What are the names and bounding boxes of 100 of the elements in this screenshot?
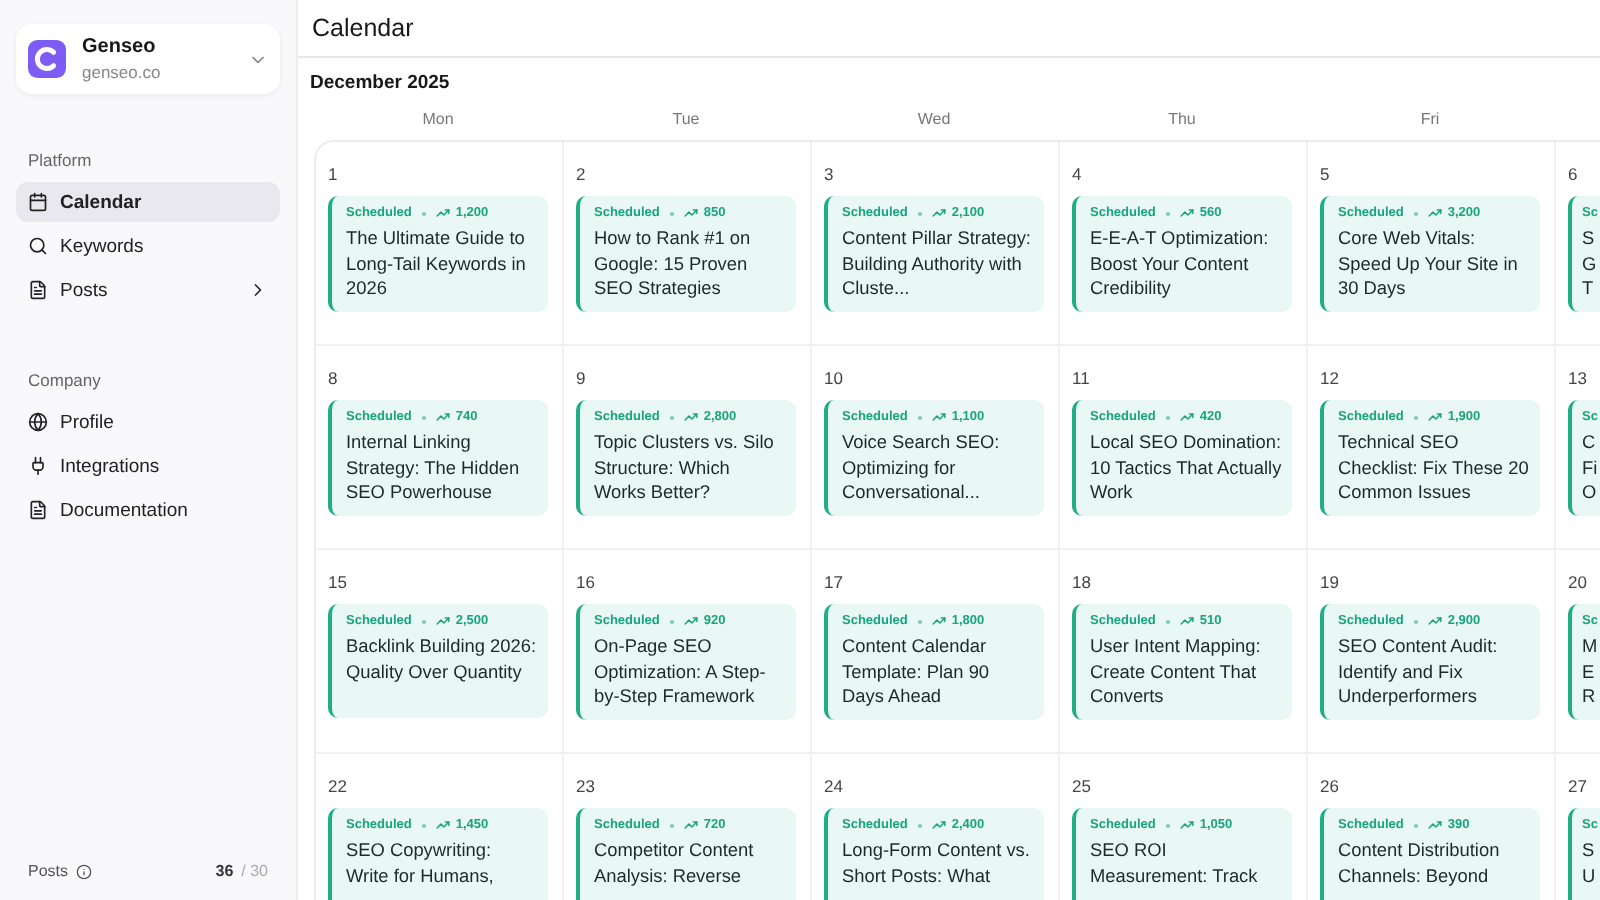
- post-title: U: [1582, 865, 1596, 885]
- post-title: Topic Clusters vs. Silo Structure: Which Works Better?: [594, 430, 776, 505]
- dot-separator: [1165, 415, 1170, 419]
- usage-limit: / 30: [241, 862, 268, 880]
- dot-separator: [421, 415, 426, 419]
- logo-icon: [28, 40, 66, 78]
- usage-used: 36: [215, 862, 234, 880]
- post-title: Voice Search SEO: Optimizing for Conversational...: [842, 430, 1002, 505]
- dot-separator: [1165, 211, 1170, 215]
- day-number: 25: [1072, 776, 1093, 796]
- sidebar-item[interactable]: Integrations: [16, 446, 280, 486]
- trending-up-icon: [931, 614, 946, 628]
- sidebar-item[interactable]: Profile: [16, 402, 280, 442]
- dot-separator: [669, 415, 674, 419]
- post-title: The Ultimate Guide to Long-Tail Keywords in 2026: [346, 226, 528, 301]
- dot-separator: [1413, 619, 1418, 623]
- post-title: E: [1582, 661, 1595, 681]
- trending-up-icon: [683, 410, 698, 424]
- globe-icon: [28, 412, 48, 432]
- post-title: T: [1582, 278, 1594, 298]
- trending-up-icon: [683, 818, 698, 832]
- workspace-switcher[interactable]: Genseo genseo.co: [16, 24, 280, 94]
- weekday-label: Tue: [670, 110, 702, 128]
- section-title: Company: [28, 370, 103, 390]
- day-number: 6: [1568, 164, 1580, 184]
- day-number: 8: [328, 368, 340, 388]
- day-number: 4: [1072, 164, 1084, 184]
- trending-up-icon: [1179, 410, 1194, 424]
- day-number: 22: [328, 776, 349, 796]
- trending-up-icon: [1427, 410, 1442, 424]
- trending-up-icon: [1427, 614, 1442, 628]
- day-number: 1: [328, 164, 340, 184]
- trending-up-icon: [435, 410, 450, 424]
- dot-separator: [421, 823, 426, 827]
- post-title: G: [1582, 253, 1597, 273]
- post-title: S: [1582, 840, 1595, 860]
- trending-up-icon: [683, 206, 698, 220]
- dot-separator: [1413, 823, 1418, 827]
- dot-separator: [917, 415, 922, 419]
- day-number: 15: [328, 572, 349, 592]
- day-number: 24: [824, 776, 845, 796]
- post-title: On-Page SEO Optimization: A Step-by-Step Framework: [594, 634, 768, 709]
- day-number: 2: [576, 164, 588, 184]
- post-title: Long-Form Content vs. Short Posts: What: [842, 838, 1032, 888]
- weekday-label: Thu: [1166, 110, 1198, 128]
- post-title: C: [1582, 432, 1596, 452]
- day-number: 23: [576, 776, 597, 796]
- post-title: R: [1582, 686, 1596, 706]
- day-number: 11: [1072, 368, 1092, 388]
- search-icon: [28, 236, 48, 256]
- plug-icon: [28, 456, 48, 476]
- sidebar-item[interactable]: Documentation: [16, 490, 280, 530]
- post-title: E-E-A-T Optimization: Boost Your Content Credibility: [1090, 226, 1271, 301]
- document-icon: [28, 500, 48, 520]
- post-title: M: [1582, 636, 1598, 656]
- calendar-icon: [28, 192, 48, 212]
- post-title: SEO ROI Measurement: Track: [1090, 838, 1260, 888]
- trending-up-icon: [931, 206, 946, 220]
- document-icon: [28, 280, 48, 300]
- page-title: Calendar: [312, 14, 414, 42]
- sidebar-item[interactable]: Posts: [16, 270, 280, 310]
- trending-up-icon: [435, 614, 450, 628]
- day-number: 17: [824, 572, 845, 592]
- dot-separator: [1413, 211, 1418, 215]
- post-title: SEO Content Audit: Identify and Fix Underperformers: [1338, 634, 1500, 709]
- day-number: 27: [1568, 776, 1589, 796]
- sidebar-item[interactable]: Keywords: [16, 226, 280, 266]
- day-number: 20: [1568, 572, 1589, 592]
- trending-up-icon: [1179, 614, 1194, 628]
- day-number: 26: [1320, 776, 1341, 796]
- dot-separator: [669, 211, 674, 215]
- post-title: O: [1582, 482, 1597, 502]
- workspace-domain: genseo.co: [82, 62, 163, 82]
- day-number: 18: [1072, 572, 1093, 592]
- dot-separator: [669, 619, 674, 623]
- trending-up-icon: [1179, 206, 1194, 220]
- info-icon: [76, 863, 93, 879]
- day-number: 5: [1320, 164, 1332, 184]
- dot-separator: [917, 823, 922, 827]
- dot-separator: [669, 823, 674, 827]
- dot-separator: [421, 619, 426, 623]
- weekday-label: Fri: [1418, 110, 1442, 128]
- trending-up-icon: [931, 818, 946, 832]
- trending-up-icon: [1427, 818, 1442, 832]
- trending-up-icon: [683, 614, 698, 628]
- post-title: User Intent Mapping: Create Content That Converts: [1090, 634, 1263, 709]
- post-title: How to Rank #1 on Google: 15 Proven SEO Strategies: [594, 226, 753, 301]
- workspace-name: Genseo: [82, 36, 158, 58]
- day-number: 12: [1320, 368, 1341, 388]
- dot-separator: [1165, 823, 1170, 827]
- dot-separator: [917, 211, 922, 215]
- day-number: 16: [576, 572, 597, 592]
- post-title: Content Calendar Template: Plan 90 Days Ahead: [842, 634, 992, 709]
- post-title: Content Distribution Channels: Beyond: [1338, 838, 1502, 888]
- post-title: Internal Linking Strategy: The Hidden SEO Powerhouse: [346, 430, 522, 505]
- sidebar-item[interactable]: Calendar: [16, 182, 280, 222]
- day-number: 9: [576, 368, 588, 388]
- dot-separator: [917, 619, 922, 623]
- trending-up-icon: [435, 818, 450, 832]
- post-title: S: [1582, 228, 1595, 248]
